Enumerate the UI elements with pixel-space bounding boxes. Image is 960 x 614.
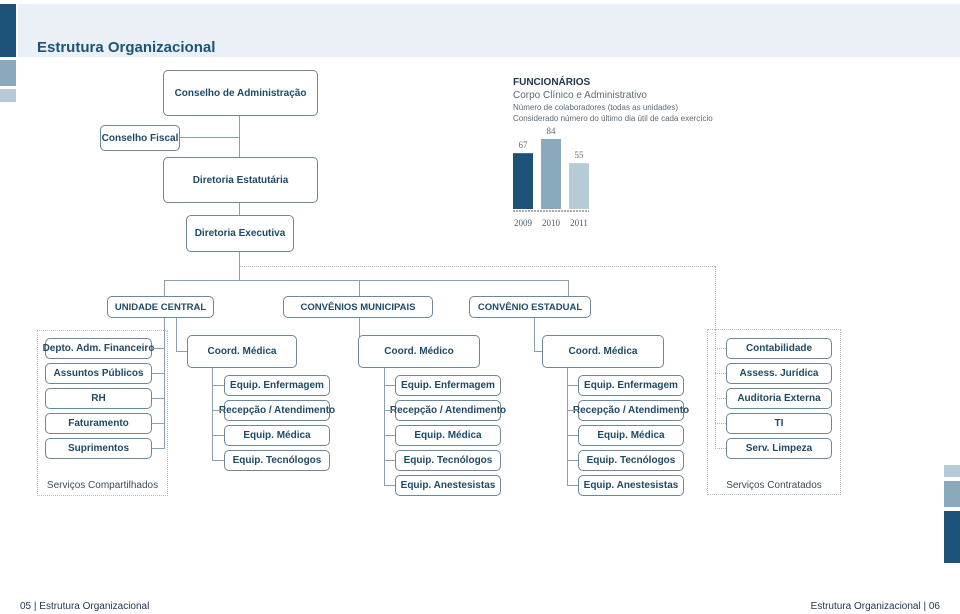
dotted-connector [715,373,726,374]
team-item: Equip. Anestesistas [578,475,684,496]
connector [152,348,164,349]
chart-subtitle: Corpo Clínico e Administrativo [513,90,647,101]
dotted-connector [240,266,715,267]
unit-central-box: UNIDADE CENTRAL [107,296,214,318]
connector [180,137,240,138]
contracted-service-item: Assess. Jurídica [726,363,832,384]
diretoria-executiva-box: Diretoria Executiva [186,215,294,252]
bar-2011 [569,163,589,209]
shared-service-item: Assuntos Públicos [45,363,152,384]
team-item: Equip. Anestesistas [395,475,501,496]
team-item: Equip. Tecnólogos [578,450,684,471]
coord-estadual-box: Coord. Médica [542,335,664,368]
connector [384,410,395,411]
side-block-dark-right [944,511,960,563]
connector [384,460,395,461]
dotted-connector [715,348,726,349]
dotted-connector [715,266,716,330]
connector [384,385,395,386]
connector [164,386,165,449]
dotted-connector [715,398,726,399]
unit-estadual-box: CONVÊNIO ESTADUAL [469,296,591,318]
tick-label-2011: 2011 [570,218,588,228]
connector [359,280,360,296]
team-item: Equip. Enfermagem [224,375,330,396]
bar-chart: 67 2009 84 2010 55 2011 [513,126,589,228]
side-block-light [0,89,16,102]
connector [567,435,578,436]
connector [534,318,535,351]
contracted-service-item: Contabilidade [726,338,832,359]
team-item: Recepção / Atendimento [390,400,506,421]
coord-central-box: Coord. Médica [187,335,297,368]
connector [567,385,578,386]
tick-label-2010: 2010 [542,218,561,228]
bar-2010 [541,139,561,209]
team-item: Recepção / Atendimento [573,400,689,421]
connector [212,435,224,436]
team-item: Equip. Médica [224,425,330,446]
data-label-2009: 67 [519,140,529,150]
dotted-connector [715,423,726,424]
chart-title: FUNCIONÁRIOS [513,77,591,88]
connector [152,423,164,424]
coord-municipais-box: Coord. Médico [358,335,480,368]
connector [567,410,578,411]
connector [152,448,164,449]
side-block-mid-right [944,481,960,507]
team-item: Equip. Enfermagem [578,375,684,396]
connector [384,485,395,486]
team-item: Equip. Médica [395,425,501,446]
team-item: Equip. Enfermagem [395,375,501,396]
footer-right: Estrutura Organizacional | 06 [810,601,940,612]
connector [176,318,177,351]
connector [568,280,569,296]
shared-service-item: Faturamento [45,413,152,434]
data-label-2011: 55 [575,150,585,160]
connector [212,410,224,411]
conselho-administracao-box: Conselho de Administração [163,70,318,116]
connector [212,385,224,386]
unit-municipais-box: CONVÊNIOS MUNICIPAIS [283,296,433,318]
dotted-connector [715,448,726,449]
tick-label-2009: 2009 [514,218,533,228]
chart-note: Número de colaboradores (todas as unidad… [513,103,678,112]
connector [239,203,240,215]
connector [212,460,224,461]
connector [152,373,164,374]
conselho-fiscal-box: Conselho Fiscal [100,125,180,151]
shared-service-item: Suprimentos [45,438,152,459]
team-item: Equip. Tecnólogos [395,450,501,471]
shared-services-label: Serviços Compartilhados [46,480,159,491]
team-item: Equip. Tecnólogos [224,450,330,471]
contracted-service-item: TI [726,413,832,434]
connector [164,318,165,386]
data-label-2010: 84 [547,126,557,136]
page-title: Estrutura Organizacional [37,39,216,56]
connector [164,280,165,296]
footer-left: 05 | Estrutura Organizacional [20,601,150,612]
shared-service-item: RH [45,388,152,409]
connector [384,435,395,436]
side-block-light-right [944,465,960,477]
team-item: Recepção / Atendimento [219,400,335,421]
diretoria-estatutaria-box: Diretoria Estatutária [163,157,318,203]
shared-service-item: Depto. Adm. Financeiro [43,338,154,359]
connector [152,398,164,399]
side-block-dark [0,4,16,57]
side-block-mid [0,60,16,86]
team-item: Equip. Médica [578,425,684,446]
connector [212,368,213,460]
contracted-service-item: Serv. Limpeza [726,438,832,459]
connector [567,460,578,461]
bar-2009 [513,153,533,209]
connector [164,280,569,281]
connector [567,485,578,486]
contracted-services-label: Serviços Contratados [726,480,822,491]
contracted-service-item: Auditoria Externa [726,388,832,409]
